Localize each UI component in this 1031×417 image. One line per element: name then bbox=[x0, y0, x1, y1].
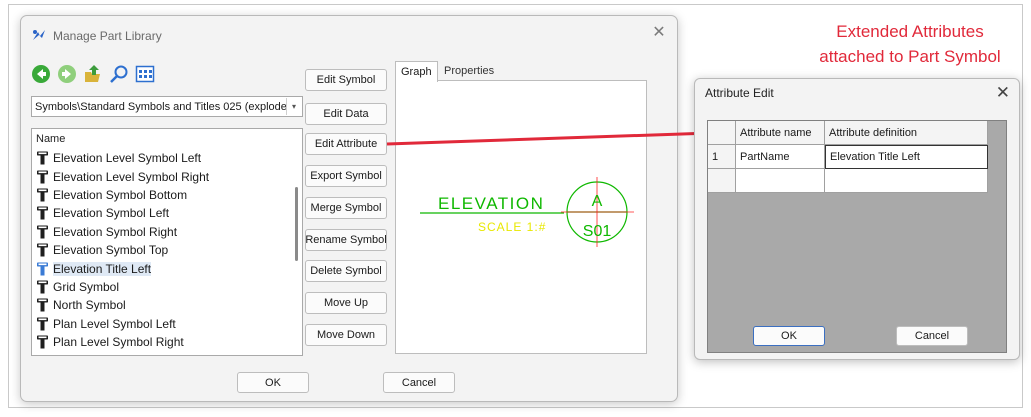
attribute-name-cell[interactable]: PartName bbox=[736, 145, 825, 169]
attribute-name-cell[interactable] bbox=[736, 169, 825, 193]
row-number[interactable]: 1 bbox=[708, 145, 736, 169]
attribute-ok-button[interactable]: OK bbox=[753, 326, 825, 346]
attribute-definition-cell[interactable]: Elevation Title Left bbox=[825, 145, 988, 169]
row-number[interactable] bbox=[708, 169, 736, 193]
table-row[interactable] bbox=[708, 169, 988, 193]
attribute-definition-cell[interactable] bbox=[825, 169, 988, 193]
grid-header-row: Attribute name Attribute definition bbox=[708, 121, 988, 145]
attribute-cancel-button[interactable]: Cancel bbox=[896, 326, 968, 346]
column-header-attribute-definition[interactable]: Attribute definition bbox=[825, 121, 988, 145]
column-header-attribute-name[interactable]: Attribute name bbox=[736, 121, 825, 145]
grid-corner-cell bbox=[708, 121, 736, 145]
tab-graph[interactable]: Graph bbox=[395, 61, 438, 82]
attribute-dialog-title: Attribute Edit bbox=[705, 86, 774, 100]
attribute-edit-dialog: Attribute Edit ✕ Attribute name Attribut… bbox=[694, 78, 1020, 360]
table-row[interactable]: 1 PartName Elevation Title Left bbox=[708, 145, 988, 169]
close-icon[interactable]: ✕ bbox=[996, 83, 1010, 103]
attribute-grid[interactable]: Attribute name Attribute definition 1 Pa… bbox=[707, 120, 1007, 353]
